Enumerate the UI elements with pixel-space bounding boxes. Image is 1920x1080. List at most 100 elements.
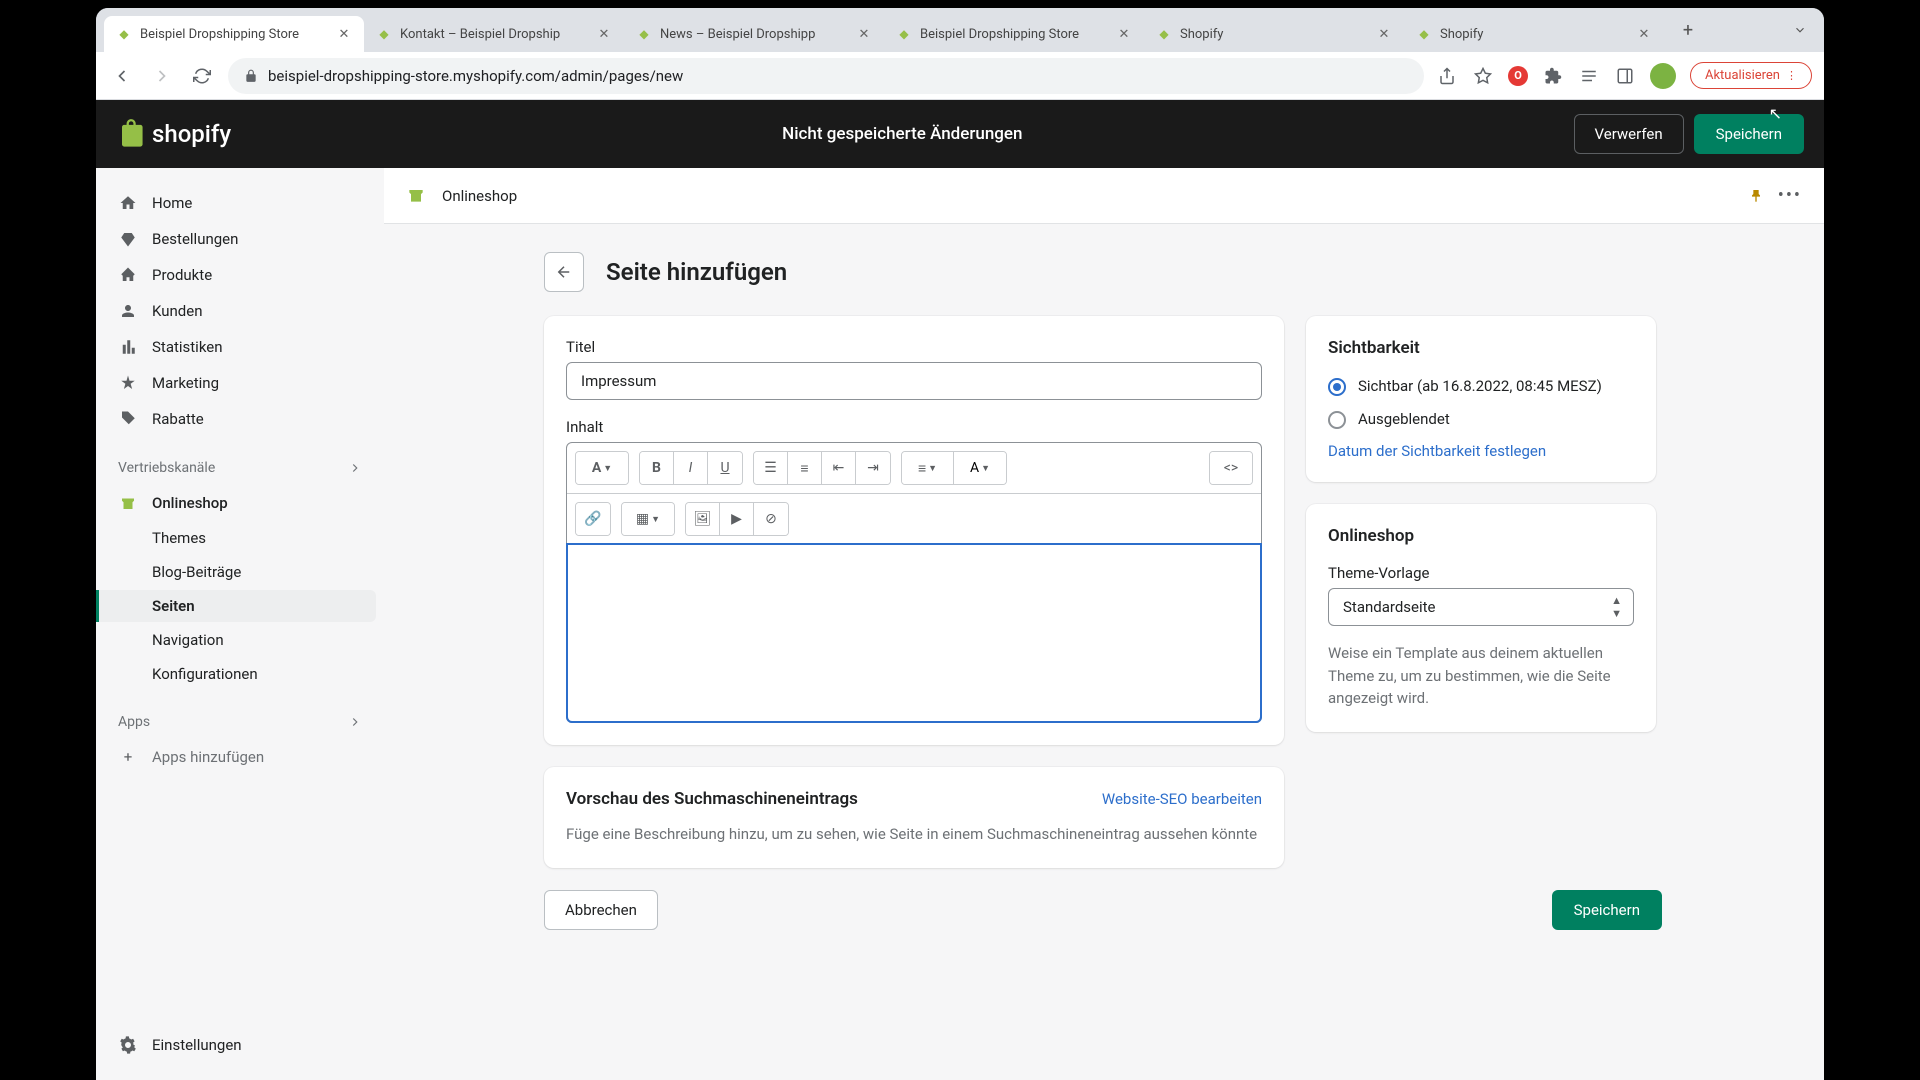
bullet-list-button[interactable]: ☰: [754, 452, 788, 484]
image-button[interactable]: 🖼: [686, 503, 720, 535]
align-button[interactable]: ≡▼: [902, 452, 954, 484]
gear-icon: [118, 1035, 138, 1055]
content-editor-body[interactable]: [566, 543, 1262, 723]
share-icon[interactable]: [1436, 65, 1458, 87]
save-button-top[interactable]: Speichern ↖: [1694, 114, 1804, 154]
tab-title: Beispiel Dropshipping Store: [920, 27, 1108, 42]
outdent-button[interactable]: ⇤: [822, 452, 856, 484]
extensions-icon[interactable]: [1542, 65, 1564, 87]
visibility-card: Sichtbarkeit Sichtbar (ab 16.8.2022, 08:…: [1306, 316, 1656, 482]
sidebar-nav: Home Bestellungen Produkte Kunden Statis…: [96, 168, 384, 1080]
sidebar-section-channels[interactable]: Vertriebskanäle: [104, 452, 376, 484]
discard-button[interactable]: Verwerfen: [1574, 114, 1684, 154]
sidebar-item-label: Kunden: [152, 302, 203, 320]
back-button[interactable]: [544, 252, 584, 292]
browser-tab-bar: ◆ Beispiel Dropshipping Store ✕ ◆ Kontak…: [96, 8, 1824, 52]
shopify-favicon-icon: ◆: [116, 26, 132, 42]
content-label: Inhalt: [566, 418, 1262, 436]
pin-icon[interactable]: [1748, 188, 1764, 204]
table-button[interactable]: ▦▼: [622, 503, 674, 535]
reading-list-icon[interactable]: [1578, 65, 1600, 87]
sidebar-sub-blog[interactable]: Blog-Beiträge: [104, 556, 376, 588]
close-icon[interactable]: ✕: [1376, 26, 1392, 42]
tabs-dropdown-icon[interactable]: [1784, 14, 1816, 46]
sidebar-item-settings[interactable]: Einstellungen: [104, 1028, 376, 1062]
sidebar-item-discounts[interactable]: Rabatte: [104, 402, 376, 436]
sidebar-item-products[interactable]: Produkte: [104, 258, 376, 292]
underline-button[interactable]: U: [708, 452, 742, 484]
italic-button[interactable]: I: [674, 452, 708, 484]
page-title: Seite hinzufügen: [606, 258, 787, 286]
url-field[interactable]: beispiel-dropshipping-store.myshopify.co…: [228, 58, 1424, 94]
sidebar-item-marketing[interactable]: Marketing: [104, 366, 376, 400]
plus-icon: +: [118, 747, 138, 767]
profile-avatar[interactable]: [1650, 63, 1676, 89]
shopify-favicon-icon: ◆: [1156, 26, 1172, 42]
bold-button[interactable]: B: [640, 452, 674, 484]
browser-tab[interactable]: ◆ Shopify ✕: [1404, 16, 1664, 52]
shopify-logo[interactable]: shopify: [116, 118, 231, 150]
tab-title: Shopify: [1180, 27, 1368, 42]
title-input[interactable]: [566, 362, 1262, 400]
browser-tab[interactable]: ◆ Beispiel Dropshipping Store ✕: [884, 16, 1144, 52]
analytics-icon: [118, 337, 138, 357]
store-icon: [406, 185, 428, 207]
sidebar-item-onlineshop[interactable]: Onlineshop: [104, 486, 376, 520]
indent-button[interactable]: ⇥: [856, 452, 890, 484]
bookmark-star-icon[interactable]: [1472, 65, 1494, 87]
browser-tab[interactable]: ◆ Kontakt – Beispiel Dropship ✕: [364, 16, 624, 52]
extension-badge-icon[interactable]: O: [1508, 66, 1528, 86]
sidebar-sub-preferences[interactable]: Konfigurationen: [104, 658, 376, 690]
text-color-button[interactable]: A▼: [954, 452, 1006, 484]
save-button-bottom[interactable]: Speichern: [1552, 890, 1662, 930]
close-icon[interactable]: ✕: [596, 26, 612, 42]
sidebar-item-analytics[interactable]: Statistiken: [104, 330, 376, 364]
edit-seo-link[interactable]: Website-SEO bearbeiten: [1102, 790, 1262, 808]
shopify-favicon-icon: ◆: [1416, 26, 1432, 42]
radio-label: Sichtbar (ab 16.8.2022, 08:45 MESZ): [1358, 376, 1602, 397]
close-icon[interactable]: ✕: [1116, 26, 1132, 42]
back-icon[interactable]: [108, 62, 136, 90]
set-visibility-date-link[interactable]: Datum der Sichtbarkeit festlegen: [1328, 442, 1634, 460]
template-select[interactable]: Standardseite: [1328, 588, 1634, 626]
sidebar-section-apps[interactable]: Apps: [104, 706, 376, 738]
tab-title: Kontakt – Beispiel Dropship: [400, 27, 588, 42]
template-label: Theme-Vorlage: [1328, 564, 1634, 582]
numbered-list-button[interactable]: ≡: [788, 452, 822, 484]
paragraph-format-button[interactable]: A▼: [576, 452, 628, 484]
browser-tab[interactable]: ◆ Shopify ✕: [1144, 16, 1404, 52]
new-tab-button[interactable]: +: [1672, 14, 1704, 46]
sidebar-item-customers[interactable]: Kunden: [104, 294, 376, 328]
onlineshop-template-card: Onlineshop Theme-Vorlage Standardseite ▲…: [1306, 504, 1656, 732]
cancel-button[interactable]: Abbrechen: [544, 890, 658, 930]
visibility-hidden-radio[interactable]: Ausgeblendet: [1328, 409, 1634, 430]
sidebar-item-add-apps[interactable]: + Apps hinzufügen: [104, 740, 376, 774]
sidebar-sub-navigation[interactable]: Navigation: [104, 624, 376, 656]
close-icon[interactable]: ✕: [336, 26, 352, 42]
update-button[interactable]: Aktualisieren ⋮: [1690, 62, 1812, 89]
close-icon[interactable]: ✕: [856, 26, 872, 42]
video-button[interactable]: ▶: [720, 503, 754, 535]
shopify-favicon-icon: ◆: [896, 26, 912, 42]
reload-icon[interactable]: [188, 62, 216, 90]
sidebar-item-label: Produkte: [152, 266, 212, 284]
html-view-button[interactable]: <>: [1210, 452, 1252, 484]
sidebar-item-label: Rabatte: [152, 410, 204, 428]
clear-format-button[interactable]: ⊘: [754, 503, 788, 535]
visibility-visible-radio[interactable]: Sichtbar (ab 16.8.2022, 08:45 MESZ): [1328, 376, 1634, 397]
close-icon[interactable]: ✕: [1636, 26, 1652, 42]
shopify-favicon-icon: ◆: [636, 26, 652, 42]
sidebar-sub-pages[interactable]: Seiten: [96, 590, 376, 622]
side-panel-icon[interactable]: [1614, 65, 1636, 87]
seo-preview-card: Vorschau des Suchmaschineneintrags Websi…: [544, 767, 1284, 868]
more-icon[interactable]: •••: [1778, 185, 1802, 206]
sidebar-sub-themes[interactable]: Themes: [104, 522, 376, 554]
forward-icon[interactable]: [148, 62, 176, 90]
link-button[interactable]: 🔗: [576, 503, 610, 535]
radio-icon: [1328, 378, 1346, 396]
sidebar-item-orders[interactable]: Bestellungen: [104, 222, 376, 256]
sidebar-item-home[interactable]: Home: [104, 186, 376, 220]
browser-tab[interactable]: ◆ News – Beispiel Dropshipp ✕: [624, 16, 884, 52]
browser-tab[interactable]: ◆ Beispiel Dropshipping Store ✕: [104, 16, 364, 52]
products-icon: [118, 265, 138, 285]
